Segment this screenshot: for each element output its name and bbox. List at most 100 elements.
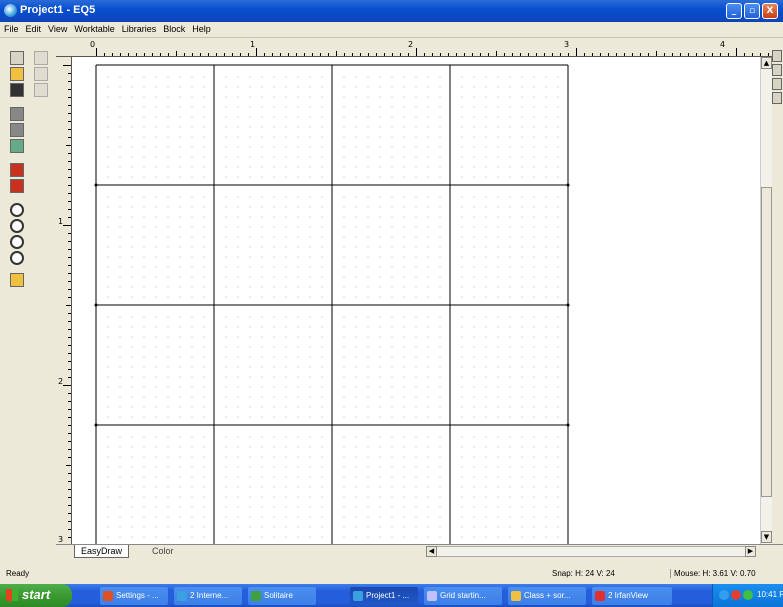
grid-dot bbox=[473, 296, 475, 298]
grid-dot bbox=[485, 196, 487, 198]
grid-dot bbox=[321, 376, 323, 378]
tab-color[interactable]: Color bbox=[146, 545, 180, 558]
save-disk-icon[interactable] bbox=[10, 83, 24, 97]
menu-help[interactable]: Help bbox=[188, 22, 214, 34]
shape-icon[interactable] bbox=[772, 92, 782, 104]
grid-dot bbox=[403, 336, 405, 338]
grid-dot bbox=[261, 96, 263, 98]
vertical-scrollbar[interactable]: ▲ ▼ bbox=[760, 57, 772, 544]
grid-dot bbox=[143, 296, 145, 298]
maximize-button[interactable]: ▫ bbox=[744, 3, 760, 19]
zoom-out-icon[interactable] bbox=[10, 219, 24, 233]
grid-dot bbox=[545, 126, 547, 128]
menu-view[interactable]: View bbox=[44, 22, 70, 34]
grid-dot bbox=[355, 536, 357, 538]
grid-dot bbox=[155, 276, 157, 278]
grid-dot bbox=[179, 346, 181, 348]
new-page-icon[interactable] bbox=[10, 51, 24, 65]
grid-dot bbox=[225, 536, 227, 538]
grid-dot bbox=[261, 446, 263, 448]
grid-dot bbox=[285, 326, 287, 328]
pointer-icon[interactable] bbox=[772, 50, 782, 62]
scroll-up-arrow[interactable]: ▲ bbox=[761, 57, 772, 69]
open-folder-icon[interactable] bbox=[10, 67, 24, 81]
menu-worktable[interactable]: Worktable bbox=[70, 22, 117, 34]
record-icon[interactable] bbox=[10, 163, 24, 177]
zoom-page-icon[interactable] bbox=[10, 251, 24, 265]
grid-dot bbox=[461, 106, 463, 108]
grid-dot bbox=[321, 236, 323, 238]
scroll-left-arrow[interactable]: ◀ bbox=[426, 546, 437, 557]
grid-dot bbox=[285, 406, 287, 408]
menu-libraries[interactable]: Libraries bbox=[118, 22, 160, 34]
grid-dot bbox=[285, 256, 287, 258]
grid-dot bbox=[297, 226, 299, 228]
menu-block[interactable]: Block bbox=[159, 22, 188, 34]
grid-dot bbox=[167, 376, 169, 378]
print-preview-icon[interactable] bbox=[10, 123, 24, 137]
grid-dot bbox=[261, 506, 263, 508]
grid-dot bbox=[343, 106, 345, 108]
text-icon[interactable] bbox=[772, 78, 782, 90]
grid-dot bbox=[273, 156, 275, 158]
close-button[interactable]: X bbox=[762, 3, 778, 19]
tray-security-icon[interactable] bbox=[731, 590, 741, 600]
taskbar-task[interactable]: 2 Interne... bbox=[174, 587, 242, 605]
grid-dot bbox=[439, 316, 441, 318]
grid-dot bbox=[297, 396, 299, 398]
taskbar-task[interactable]: Solitaire bbox=[248, 587, 316, 605]
grid-dot bbox=[391, 476, 393, 478]
horizontal-scrollbar[interactable]: ◀ ▶ bbox=[426, 546, 756, 557]
grid-dot bbox=[203, 456, 205, 458]
scroll-down-arrow[interactable]: ▼ bbox=[761, 531, 772, 543]
menu-edit[interactable]: Edit bbox=[22, 22, 45, 34]
grid-dot bbox=[367, 96, 369, 98]
start-button[interactable]: start bbox=[0, 584, 72, 607]
minimize-button[interactable]: _ bbox=[726, 3, 742, 19]
zoom-fit-icon[interactable] bbox=[10, 235, 24, 249]
library-icon[interactable] bbox=[10, 273, 24, 287]
taskbar-task[interactable]: Class + sor... bbox=[508, 587, 586, 605]
menu-file[interactable]: File bbox=[0, 22, 22, 34]
grid-dot bbox=[309, 456, 311, 458]
stop-icon[interactable] bbox=[10, 179, 24, 193]
scroll-right-arrow[interactable]: ▶ bbox=[745, 546, 756, 557]
grid-dot bbox=[521, 506, 523, 508]
drawing-canvas[interactable] bbox=[72, 57, 760, 544]
tray-network-icon[interactable] bbox=[719, 590, 729, 600]
ruler-tick bbox=[384, 53, 385, 56]
grid-dot bbox=[521, 446, 523, 448]
tab-easydraw[interactable]: EasyDraw bbox=[74, 545, 130, 558]
grid-dot bbox=[261, 486, 263, 488]
grid-dot bbox=[557, 376, 559, 378]
ruler-tick bbox=[68, 353, 71, 354]
taskbar-task[interactable]: 2 IrfanView bbox=[592, 587, 672, 605]
grid-dot bbox=[107, 296, 109, 298]
grid-dot bbox=[533, 146, 535, 148]
paste-icon[interactable] bbox=[34, 83, 48, 97]
grid-dot bbox=[497, 126, 499, 128]
grid-dot bbox=[391, 276, 393, 278]
grid-dot bbox=[321, 276, 323, 278]
grid-dot bbox=[309, 116, 311, 118]
ruler-tick bbox=[68, 433, 71, 434]
palette-icon[interactable] bbox=[10, 139, 24, 153]
taskbar-task[interactable]: Settings - ... bbox=[100, 587, 168, 605]
tray-volume-icon[interactable] bbox=[743, 590, 753, 600]
grid-dot bbox=[355, 246, 357, 248]
zoom-in-icon[interactable] bbox=[10, 203, 24, 217]
grid-dot bbox=[355, 396, 357, 398]
grid-dot bbox=[367, 116, 369, 118]
taskbar-task[interactable]: Grid startin... bbox=[424, 587, 502, 605]
grid-dot bbox=[509, 156, 511, 158]
scroll-thumb[interactable] bbox=[761, 187, 772, 497]
grid-dot bbox=[509, 246, 511, 248]
grid-dot bbox=[249, 176, 251, 178]
taskbar-task[interactable]: Project1 - ... bbox=[350, 587, 418, 605]
grid-dot bbox=[379, 296, 381, 298]
cut-icon[interactable] bbox=[34, 51, 48, 65]
print-icon[interactable] bbox=[10, 107, 24, 121]
copy-icon[interactable] bbox=[34, 67, 48, 81]
grid-dot bbox=[119, 146, 121, 148]
pen-icon[interactable] bbox=[772, 64, 782, 76]
